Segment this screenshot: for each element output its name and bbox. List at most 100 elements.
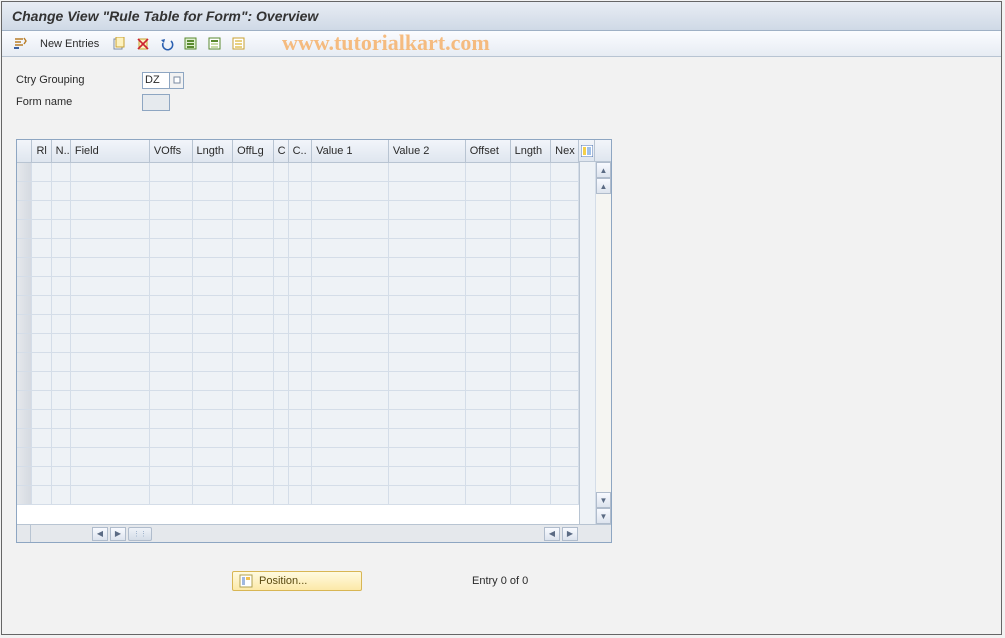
row-selector[interactable] [17, 409, 32, 428]
cell[interactable] [312, 295, 389, 314]
cell[interactable] [273, 238, 288, 257]
cell[interactable] [192, 181, 233, 200]
cell[interactable] [288, 219, 311, 238]
cell[interactable] [32, 390, 51, 409]
cell[interactable] [388, 352, 465, 371]
cell[interactable] [388, 428, 465, 447]
cell[interactable] [51, 200, 70, 219]
cell[interactable] [288, 352, 311, 371]
cell[interactable] [273, 162, 288, 181]
cell[interactable] [273, 390, 288, 409]
cell[interactable] [551, 200, 579, 219]
scroll-left-icon[interactable]: ◀ [92, 527, 108, 541]
cell[interactable] [149, 200, 192, 219]
cell[interactable] [551, 276, 579, 295]
cell[interactable] [388, 333, 465, 352]
cell[interactable] [192, 219, 233, 238]
column-header[interactable]: Value 2 [388, 140, 465, 162]
cell[interactable] [510, 390, 551, 409]
row-selector[interactable] [17, 314, 32, 333]
cell[interactable] [192, 390, 233, 409]
cell[interactable] [465, 352, 510, 371]
table-row[interactable] [17, 200, 579, 219]
cell[interactable] [32, 276, 51, 295]
cell[interactable] [465, 466, 510, 485]
cell[interactable] [273, 466, 288, 485]
cell[interactable] [273, 447, 288, 466]
column-header[interactable]: C [273, 140, 288, 162]
cell[interactable] [32, 428, 51, 447]
cell[interactable] [149, 181, 192, 200]
cell[interactable] [51, 162, 70, 181]
scroll-right-end-icon[interactable]: ▶ [562, 527, 578, 541]
cell[interactable] [288, 238, 311, 257]
cell[interactable] [312, 409, 389, 428]
cell[interactable] [273, 181, 288, 200]
cell[interactable] [149, 295, 192, 314]
table-row[interactable] [17, 162, 579, 181]
cell[interactable] [70, 333, 149, 352]
cell[interactable] [388, 447, 465, 466]
cell[interactable] [149, 447, 192, 466]
scroll-down-icon[interactable]: ▼ [596, 508, 611, 524]
cell[interactable] [70, 352, 149, 371]
cell[interactable] [149, 485, 192, 504]
cell[interactable] [51, 295, 70, 314]
cell[interactable] [551, 219, 579, 238]
cell[interactable] [51, 428, 70, 447]
cell[interactable] [70, 428, 149, 447]
cell[interactable] [510, 466, 551, 485]
cell[interactable] [465, 409, 510, 428]
column-header[interactable]: Field [70, 140, 149, 162]
cell[interactable] [192, 333, 233, 352]
row-selector[interactable] [17, 485, 32, 504]
cell[interactable] [388, 466, 465, 485]
cell[interactable] [192, 485, 233, 504]
table-row[interactable] [17, 352, 579, 371]
row-selector[interactable] [17, 181, 32, 200]
cell[interactable] [70, 257, 149, 276]
cell[interactable] [510, 238, 551, 257]
cell[interactable] [149, 219, 192, 238]
cell[interactable] [312, 219, 389, 238]
cell[interactable] [233, 181, 274, 200]
new-entries-button[interactable]: New Entries [34, 38, 105, 50]
copy-icon[interactable] [109, 35, 129, 53]
cell[interactable] [70, 276, 149, 295]
cell[interactable] [465, 162, 510, 181]
cell[interactable] [273, 333, 288, 352]
cell[interactable] [149, 371, 192, 390]
table-row[interactable] [17, 447, 579, 466]
cell[interactable] [149, 314, 192, 333]
table-row[interactable] [17, 466, 579, 485]
cell[interactable] [70, 466, 149, 485]
cell[interactable] [551, 371, 579, 390]
cell[interactable] [388, 181, 465, 200]
cell[interactable] [551, 428, 579, 447]
cell[interactable] [192, 257, 233, 276]
cell[interactable] [273, 257, 288, 276]
cell[interactable] [149, 257, 192, 276]
cell[interactable] [551, 409, 579, 428]
cell[interactable] [70, 238, 149, 257]
column-header[interactable]: Nex [551, 140, 579, 162]
table-row[interactable] [17, 333, 579, 352]
cell[interactable] [551, 333, 579, 352]
cell[interactable] [551, 314, 579, 333]
cell[interactable] [51, 314, 70, 333]
cell[interactable] [51, 447, 70, 466]
cell[interactable] [149, 390, 192, 409]
cell[interactable] [51, 485, 70, 504]
cell[interactable] [388, 409, 465, 428]
cell[interactable] [32, 485, 51, 504]
cell[interactable] [32, 447, 51, 466]
cell[interactable] [70, 200, 149, 219]
cell[interactable] [32, 257, 51, 276]
cell[interactable] [465, 485, 510, 504]
cell[interactable] [233, 162, 274, 181]
cell[interactable] [70, 371, 149, 390]
cell[interactable] [192, 466, 233, 485]
row-selector[interactable] [17, 257, 32, 276]
cell[interactable] [388, 371, 465, 390]
cell[interactable] [551, 447, 579, 466]
